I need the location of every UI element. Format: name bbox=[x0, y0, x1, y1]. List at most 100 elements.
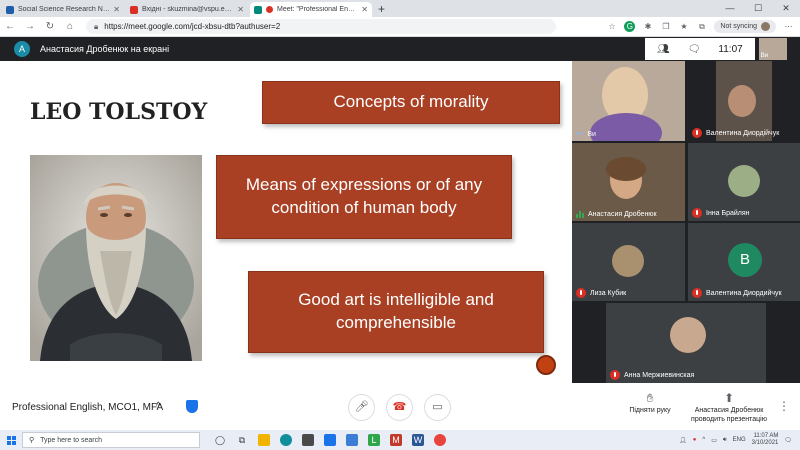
red-tray-icon[interactable]: ● bbox=[693, 437, 697, 443]
close-icon[interactable]: ✕ bbox=[237, 5, 244, 14]
new-tab-button[interactable]: + bbox=[378, 2, 385, 17]
task-switch-icon[interactable]: ⧉ bbox=[236, 434, 248, 446]
sync-status-button[interactable]: Not syncing bbox=[714, 20, 776, 33]
close-window-icon[interactable]: ✕ bbox=[772, 0, 800, 17]
favorites-icon[interactable]: ★ bbox=[678, 21, 689, 32]
app-l-icon[interactable]: L bbox=[368, 434, 380, 446]
collections-icon[interactable]: ❐ bbox=[660, 21, 671, 32]
participant-hair bbox=[606, 157, 646, 181]
participant-name: Анна Мержиевинская bbox=[624, 371, 695, 379]
recording-icon bbox=[266, 6, 273, 13]
slide-box-good-art: Good art is intelligible and comprehensi… bbox=[248, 271, 544, 353]
windows-icon bbox=[6, 435, 16, 445]
hand-icon: ✋︎ bbox=[646, 391, 654, 405]
meeting-name[interactable]: Professional English, MCO1, MFA bbox=[12, 402, 163, 413]
notification-icon[interactable]: 🗨︎ bbox=[784, 437, 792, 444]
tab-title: Social Science Research Network bbox=[18, 6, 110, 13]
chat-icon[interactable]: 🗨︎ bbox=[688, 44, 701, 55]
app-shield-icon[interactable]: M bbox=[390, 434, 402, 446]
participant-tile[interactable]: Інна Брайлян bbox=[688, 143, 800, 221]
meet-controls-bar: Professional English, MCO1, MFA ^ 🎤︎ ☎︎ … bbox=[0, 383, 800, 430]
mic-active-icon bbox=[576, 211, 584, 218]
participant-face bbox=[728, 85, 756, 117]
address-bar: ← → ↻ ⌂ 🔒︎ https://meet.google.com/jcd-x… bbox=[0, 17, 800, 37]
chrome-icon[interactable] bbox=[434, 434, 446, 446]
participant-name: Інна Брайлян bbox=[706, 209, 750, 217]
participant-tile[interactable]: Лиза Кубик bbox=[572, 223, 685, 301]
file-explorer-icon[interactable] bbox=[258, 434, 270, 446]
search-placeholder: Type here to search bbox=[40, 436, 103, 444]
puzzle-icon[interactable]: ✱ bbox=[642, 21, 653, 32]
share-icon[interactable]: ⧉ bbox=[696, 21, 707, 32]
slide-box-expressions: Means of expressions or of any condition… bbox=[216, 155, 512, 239]
chevron-up-icon[interactable]: ^ bbox=[156, 401, 161, 412]
participant-tile[interactable]: Анастасия Дробенюк bbox=[572, 143, 685, 221]
star-icon[interactable]: ☆ bbox=[606, 21, 617, 32]
participant-tile[interactable]: Анна Мержиевинская bbox=[606, 303, 766, 383]
self-view-thumbnail[interactable]: Ви bbox=[758, 38, 787, 60]
participant-tile[interactable]: Валентина Диордійчук bbox=[688, 61, 800, 141]
word-icon[interactable]: W bbox=[412, 434, 424, 446]
start-button[interactable] bbox=[0, 435, 22, 445]
hang-up-button[interactable]: ☎︎ bbox=[386, 394, 413, 421]
task-view-icon[interactable]: ◯ bbox=[214, 434, 226, 446]
portrait-drawing bbox=[30, 155, 202, 361]
system-tray: 👤︎ ● ^ ▭ 🔊︎ ENG 11:07 AM 3/10/2021 🗨︎ bbox=[679, 433, 800, 446]
browser-tab-mail[interactable]: Вхідні - skuzmina@vspu.edu.ua ✕ bbox=[126, 2, 248, 17]
presentation-slide: LEO TOLSTOY Concepts of morality Means o bbox=[0, 61, 572, 383]
extension-icon[interactable]: G bbox=[624, 21, 636, 32]
participant-tile[interactable]: ••• Ви bbox=[572, 61, 685, 141]
volume-icon[interactable]: 🔊︎ bbox=[723, 437, 727, 444]
back-icon[interactable]: ← bbox=[0, 21, 20, 32]
home-icon[interactable]: ⌂ bbox=[60, 21, 80, 32]
participant-name: Валентина Диордійчук bbox=[706, 129, 780, 137]
close-icon[interactable]: ✕ bbox=[113, 5, 120, 14]
participant-tile[interactable]: B Валентина Диордийчук bbox=[688, 223, 800, 301]
camera-button[interactable]: ▭ bbox=[424, 394, 451, 421]
taskbar-search-input[interactable]: ⚲ Type here to search bbox=[22, 432, 200, 448]
menu-icon[interactable]: ⋯ bbox=[783, 21, 794, 32]
url-field[interactable]: 🔒︎ https://meet.google.com/jcd-xbsu-dtb?… bbox=[86, 19, 556, 34]
shield-icon[interactable] bbox=[186, 400, 198, 413]
network-icon[interactable]: ▭ bbox=[711, 437, 717, 444]
mic-off-icon bbox=[692, 208, 702, 218]
ssrn-favicon-icon bbox=[6, 5, 14, 14]
mail-icon[interactable] bbox=[324, 434, 336, 446]
microphone-button[interactable]: 🎤︎ bbox=[348, 394, 375, 421]
people-icon[interactable]: 👥︎ bbox=[657, 44, 670, 55]
forward-icon[interactable]: → bbox=[20, 21, 40, 32]
photos-icon[interactable] bbox=[346, 434, 358, 446]
slide-box-morality: Concepts of morality bbox=[262, 81, 560, 124]
reload-icon[interactable]: ↻ bbox=[40, 21, 60, 32]
minimize-icon[interactable]: — bbox=[716, 0, 744, 17]
store-icon[interactable] bbox=[302, 434, 314, 446]
url-text: https://meet.google.com/jcd-xbsu-dtb?aut… bbox=[104, 22, 281, 31]
mic-off-icon bbox=[692, 288, 702, 298]
participant-avatar bbox=[728, 165, 760, 197]
chevron-up-icon[interactable]: ^ bbox=[702, 437, 705, 443]
more-icon[interactable]: ••• bbox=[576, 131, 583, 138]
browser-tab-ssrn[interactable]: Social Science Research Network ✕ bbox=[2, 2, 124, 17]
slide-author-title: LEO TOLSTOY bbox=[30, 99, 208, 125]
clock-widget[interactable]: 11:07 AM 3/10/2021 bbox=[752, 433, 779, 446]
participants-grid: ••• Ви Валентина Диордійчук Анастасия Дро… bbox=[572, 61, 800, 383]
edge-icon[interactable] bbox=[280, 434, 292, 446]
tolstoy-portrait bbox=[30, 155, 202, 361]
profile-avatar bbox=[761, 22, 770, 31]
meeting-clock: 11:07 bbox=[718, 43, 743, 55]
window-controls: — ☐ ✕ bbox=[716, 0, 800, 17]
more-options-icon[interactable]: ⋮ bbox=[778, 399, 790, 413]
present-now-button[interactable]: ⬆︎ Анастасия Дробенюк проводить презента… bbox=[686, 391, 772, 425]
participant-name: Ви bbox=[587, 131, 596, 138]
tab-title: Meet: "Professional English bbox=[277, 6, 359, 13]
raise-hand-button[interactable]: ✋︎ Підняти руку bbox=[624, 391, 676, 416]
close-icon[interactable]: ✕ bbox=[361, 5, 368, 14]
participant-avatar bbox=[670, 317, 706, 353]
meeting-info-panel: 👥︎ 🗨︎ 11:07 bbox=[645, 38, 755, 60]
slide-decoration-dot bbox=[536, 355, 556, 375]
maximize-icon[interactable]: ☐ bbox=[744, 0, 772, 17]
meet-header: A Анастасия Дробенюк на екрані 👥︎ 🗨︎ 11:… bbox=[0, 37, 800, 61]
people-tray-icon[interactable]: 👤︎ bbox=[679, 437, 687, 444]
language-indicator[interactable]: ENG bbox=[733, 437, 746, 443]
browser-tab-meet[interactable]: Meet: "Professional English ✕ bbox=[250, 2, 372, 17]
